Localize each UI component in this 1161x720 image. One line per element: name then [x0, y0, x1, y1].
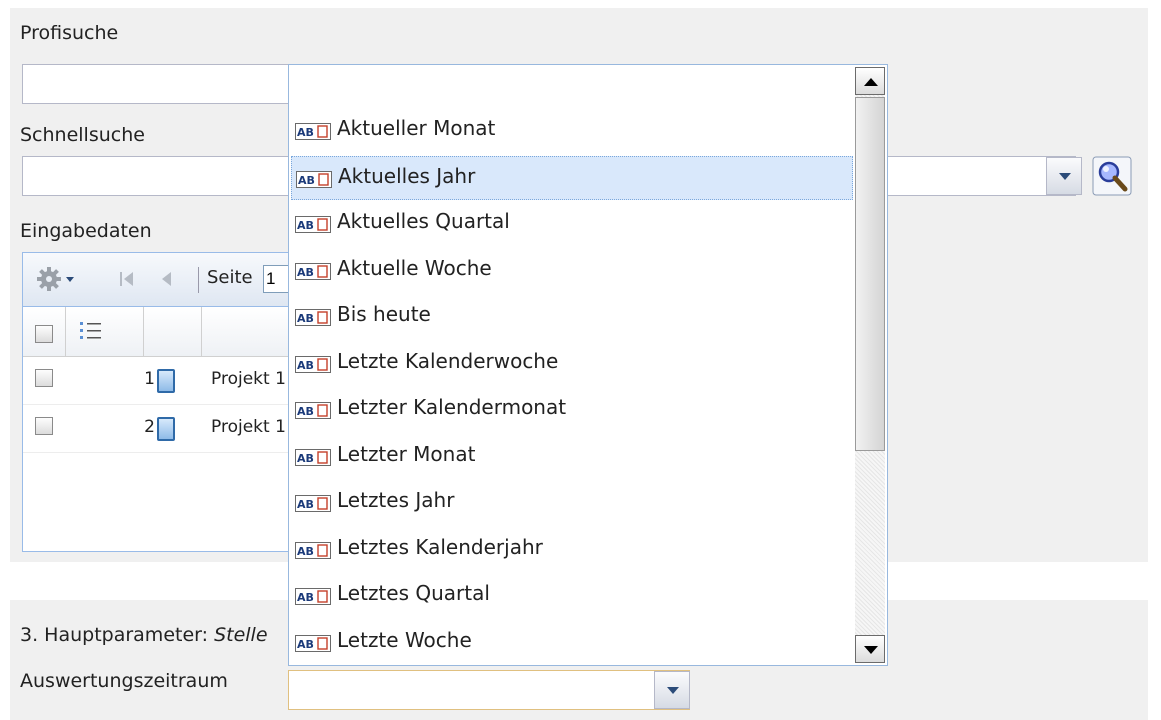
text-field-icon: AB — [295, 495, 331, 512]
text-field-icon: AB — [295, 262, 331, 280]
table-row[interactable]: 1 Projekt 1 — [23, 357, 289, 405]
numbered-list-icon — [80, 322, 101, 339]
dropdown-option[interactable]: AB Aktuelles Jahr — [291, 155, 853, 200]
text-field-icon: AB — [295, 541, 331, 559]
scroll-down-button[interactable] — [855, 635, 885, 663]
dropdown-option-label: Aktuelles Jahr — [338, 163, 476, 188]
schnellsuche-dropdown-button[interactable] — [1046, 157, 1082, 195]
dropdown-option-label: Letztes Jahr — [337, 488, 455, 512]
prev-page-icon — [162, 272, 171, 286]
dropdown-option[interactable]: AB Bis heute — [291, 295, 853, 339]
dropdown-option[interactable]: AB Letztes Quartal — [291, 574, 853, 618]
scroll-thumb[interactable] — [855, 97, 885, 451]
dropdown-option-label: Letztes Kalenderjahr — [337, 534, 543, 559]
dropdown-option[interactable]: AB Aktuelles Quartal — [291, 202, 853, 246]
dropdown-option[interactable]: AB Aktueller Monat — [291, 109, 853, 153]
grid-header — [23, 307, 289, 357]
auswertungszeitraum-dropdown-button[interactable] — [654, 671, 690, 709]
text-field-icon: AB — [295, 355, 331, 373]
text-field-icon: AB — [296, 170, 332, 188]
dropdown-option[interactable]: AB Letzte Woche — [291, 621, 853, 665]
dropdown-option-label: Letzte Kalenderwoche — [337, 348, 559, 373]
dropdown-option[interactable]: AB Letzte Kalenderwoche — [291, 342, 853, 386]
gear-menu-button[interactable] — [35, 263, 79, 299]
row-number: 2 — [144, 417, 155, 437]
first-page-button[interactable] — [117, 269, 137, 293]
row-checkbox[interactable] — [35, 369, 53, 387]
select-all-checkbox[interactable] — [35, 325, 53, 343]
dropdown-option[interactable]: AB Letztes Kalenderjahr — [291, 528, 853, 572]
page-label: Seite — [207, 267, 253, 288]
svg-text:AB: AB — [297, 591, 314, 604]
gear-icon — [37, 267, 74, 291]
table-row[interactable]: 2 Projekt 1 — [23, 405, 289, 453]
text-field-icon: AB — [295, 402, 331, 419]
svg-text:AB: AB — [297, 452, 314, 465]
svg-text:AB: AB — [297, 545, 314, 558]
magnifier-icon — [1092, 156, 1132, 196]
schnellsuche-label: Schnellsuche — [20, 124, 145, 146]
text-field-icon: AB — [295, 634, 331, 652]
prev-page-button[interactable] — [157, 269, 177, 293]
document-icon — [157, 417, 175, 441]
svg-text:AB: AB — [297, 405, 314, 418]
dropdown-option-label: Letzter Monat — [337, 441, 476, 466]
first-page-icon — [120, 272, 133, 286]
svg-text:AB: AB — [298, 174, 315, 187]
toolbar-separator — [198, 267, 199, 293]
document-icon — [157, 369, 175, 393]
svg-text:AB: AB — [297, 266, 314, 279]
text-field-icon: AB — [295, 588, 331, 605]
row-checkbox[interactable] — [35, 417, 53, 435]
dropdown-option-label: Aktuelle Woche — [337, 255, 492, 280]
search-button[interactable] — [1092, 156, 1132, 196]
dropdown-option[interactable]: AB Aktuelle Woche — [291, 249, 853, 293]
dropdown-option[interactable]: AB Letztes Jahr — [291, 481, 853, 525]
zeitraum-dropdown-list: AB Aktueller Monat AB Aktuelles Jahr AB Aktue… — [288, 64, 888, 666]
dropdown-option[interactable]: AB Letzter Monat — [291, 435, 853, 479]
dropdown-option[interactable]: AB Letzter Kalendermonat — [291, 388, 853, 432]
svg-text:AB: AB — [297, 638, 314, 651]
text-field-icon: AB — [295, 216, 331, 233]
text-field-icon: AB — [295, 123, 331, 140]
svg-text:AB: AB — [297, 359, 314, 372]
row-numberer-header — [79, 319, 103, 347]
svg-text:AB: AB — [297, 126, 314, 139]
dropdown-option-label: Letztes Quartal — [337, 581, 490, 605]
hauptparameter-prefix: 3. Hauptparameter: — [20, 624, 209, 646]
profisuche-label: Profisuche — [20, 22, 119, 44]
eingabedaten-label: Eingabedaten — [20, 220, 152, 242]
dropdown-option-label: Letzter Kalendermonat — [337, 395, 567, 419]
text-field-icon: AB — [295, 448, 331, 466]
row-name: Projekt 1 — [211, 417, 286, 437]
auswertungszeitraum-input[interactable] — [288, 670, 690, 710]
scroll-up-button[interactable] — [855, 67, 885, 95]
eingabedaten-grid: Seite 1 Projekt 1 2 Projekt 1 — [22, 252, 293, 552]
dropdown-option-label: Bis heute — [337, 302, 431, 326]
auswertungszeitraum-label: Auswertungszeitraum — [20, 670, 228, 692]
dropdown-option-label: Aktueller Monat — [337, 116, 496, 140]
dropdown-scrollbar[interactable] — [855, 67, 885, 663]
dropdown-option-label: Aktuelles Quartal — [337, 209, 510, 233]
svg-text:AB: AB — [297, 219, 314, 232]
row-number: 1 — [144, 369, 155, 389]
text-field-icon: AB — [295, 309, 331, 326]
svg-text:AB: AB — [297, 498, 314, 511]
hauptparameter-name: Stelle — [214, 624, 268, 646]
hauptparameter-heading: 3. Hauptparameter: Stelle — [20, 624, 288, 646]
svg-text:AB: AB — [297, 312, 314, 325]
grid-toolbar: Seite — [23, 253, 293, 307]
dropdown-option-label: Letzte Woche — [337, 627, 472, 652]
row-name: Projekt 1 — [211, 369, 286, 389]
